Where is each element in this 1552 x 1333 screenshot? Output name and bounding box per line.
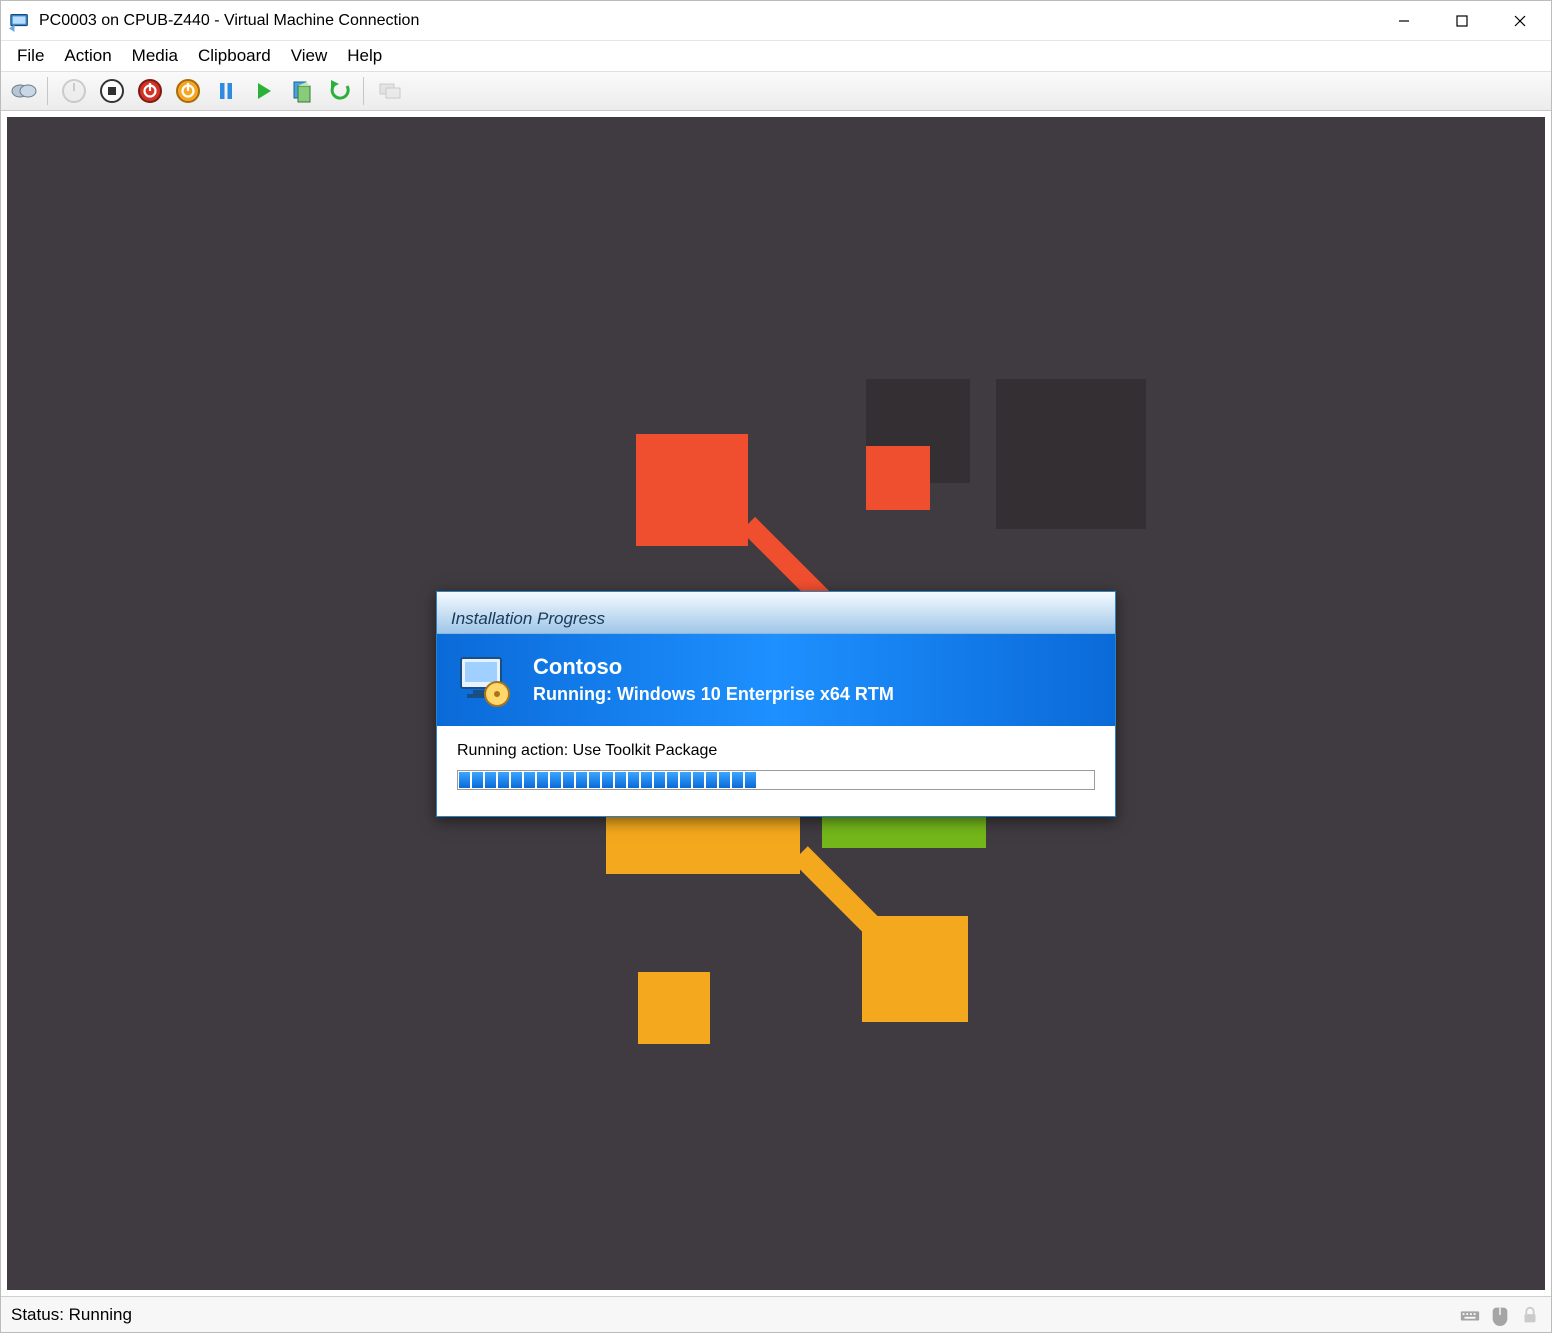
dialog-running-line: Running: Windows 10 Enterprise x64 RTM (533, 684, 894, 705)
dialog-caption: Installation Progress (437, 592, 1115, 634)
dialog-org-title: Contoso (533, 654, 894, 680)
vm-display-area: Installation Progress Contoso (1, 111, 1551, 1296)
checkpoint-button[interactable] (285, 74, 319, 108)
progress-segment (524, 772, 535, 788)
progress-segment (589, 772, 600, 788)
progress-bar (457, 770, 1095, 790)
toolbar-separator (47, 77, 51, 105)
menu-help[interactable]: Help (337, 44, 392, 68)
menu-action[interactable]: Action (54, 44, 121, 68)
maximize-button[interactable] (1433, 1, 1491, 40)
statusbar: Status: Running (1, 1296, 1551, 1332)
progress-segment (563, 772, 574, 788)
progress-segment (511, 772, 522, 788)
vmconnect-app-icon (9, 10, 31, 32)
progress-segment (680, 772, 691, 788)
menubar: File Action Media Clipboard View Help (1, 41, 1551, 71)
progress-segment (628, 772, 639, 788)
toolbar-separator (363, 77, 367, 105)
revert-button[interactable] (323, 74, 357, 108)
status-icons (1459, 1304, 1541, 1326)
start-button[interactable] (57, 74, 91, 108)
turn-off-button[interactable] (95, 74, 129, 108)
minimize-button[interactable] (1375, 1, 1433, 40)
window-controls (1375, 1, 1549, 40)
menu-file[interactable]: File (7, 44, 54, 68)
progress-segment (498, 772, 509, 788)
deployment-icon (455, 650, 515, 710)
toolbar (1, 71, 1551, 111)
dialog-action-text: Running action: Use Toolkit Package (457, 742, 1095, 760)
progress-segment (615, 772, 626, 788)
save-button[interactable] (171, 74, 205, 108)
progress-segment (459, 772, 470, 788)
menu-clipboard[interactable]: Clipboard (188, 44, 281, 68)
progress-segment (485, 772, 496, 788)
menu-view[interactable]: View (281, 44, 338, 68)
close-button[interactable] (1491, 1, 1549, 40)
progress-segment (732, 772, 743, 788)
pause-button[interactable] (209, 74, 243, 108)
progress-segment (641, 772, 652, 788)
vmconnect-window: PC0003 on CPUB-Z440 - Virtual Machine Co… (0, 0, 1552, 1333)
shut-down-button[interactable] (133, 74, 167, 108)
progress-segment (667, 772, 678, 788)
ctrl-alt-del-button[interactable] (7, 74, 41, 108)
reset-button[interactable] (247, 74, 281, 108)
progress-segment (654, 772, 665, 788)
dialog-banner: Contoso Running: Windows 10 Enterprise x… (437, 634, 1115, 726)
titlebar: PC0003 on CPUB-Z440 - Virtual Machine Co… (1, 1, 1551, 41)
keyboard-icon (1459, 1304, 1481, 1326)
lock-icon (1519, 1304, 1541, 1326)
progress-segment (745, 772, 756, 788)
progress-segment (602, 772, 613, 788)
installation-progress-dialog: Installation Progress Contoso (436, 591, 1116, 817)
window-title: PC0003 on CPUB-Z440 - Virtual Machine Co… (39, 12, 1375, 30)
progress-segment (576, 772, 587, 788)
progress-segment (693, 772, 704, 788)
enhanced-session-button[interactable] (373, 74, 407, 108)
mouse-icon (1489, 1304, 1511, 1326)
status-text: Status: Running (11, 1305, 1459, 1325)
progress-segment (472, 772, 483, 788)
guest-screen[interactable]: Installation Progress Contoso (7, 117, 1545, 1290)
progress-segment (719, 772, 730, 788)
dialog-body: Running action: Use Toolkit Package (437, 726, 1115, 816)
progress-segment (537, 772, 548, 788)
progress-segment (550, 772, 561, 788)
menu-media[interactable]: Media (122, 44, 188, 68)
progress-segment (706, 772, 717, 788)
